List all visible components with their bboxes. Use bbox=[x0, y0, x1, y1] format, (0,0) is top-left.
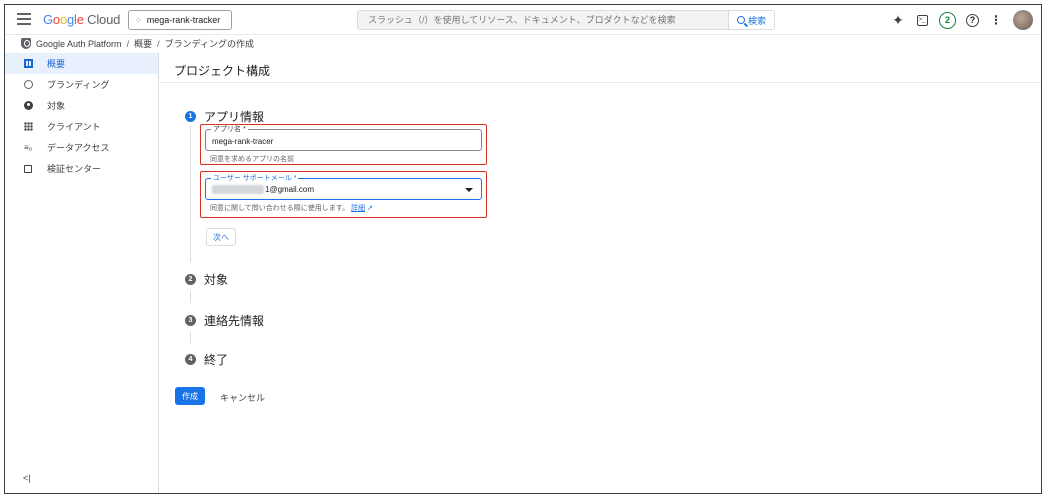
create-button[interactable]: 作成 bbox=[175, 387, 205, 405]
sidebar-item-clients[interactable]: クライアント bbox=[5, 116, 158, 137]
cloud-shell-button[interactable]: >_ bbox=[915, 13, 929, 27]
collapse-sidebar-icon[interactable]: <| bbox=[23, 473, 31, 483]
breadcrumb: Google Auth Platform / 概要 / ブランディングの作成 bbox=[5, 35, 1041, 52]
palette-icon bbox=[23, 80, 33, 90]
breadcrumb-item-current: ブランディングの作成 bbox=[164, 39, 254, 49]
top-bar: Google Cloud ⁘ mega-rank-tracker 検索 ✦ >_… bbox=[5, 5, 1041, 35]
more-options-icon[interactable]: ⋮ bbox=[989, 13, 1003, 27]
person-icon bbox=[23, 101, 33, 111]
breadcrumb-separator: / bbox=[126, 38, 130, 49]
step-connector bbox=[190, 332, 191, 344]
step-1-number: 1 bbox=[185, 111, 196, 122]
step-2-label[interactable]: 対象 bbox=[204, 271, 228, 288]
external-link-icon: ↗ bbox=[367, 205, 373, 212]
sidebar-item-branding[interactable]: ブランディング bbox=[5, 74, 158, 95]
step-4-number: 4 bbox=[185, 354, 196, 365]
app-name-value: mega-rank-tracer bbox=[212, 137, 274, 146]
step-2-number: 2 bbox=[185, 274, 196, 285]
step-1-label[interactable]: アプリ情報 bbox=[204, 108, 264, 125]
app-name-helper: 同意を求めるアプリの名前 bbox=[210, 156, 294, 163]
support-email-label: ユーザー サポートメール * bbox=[211, 174, 299, 183]
app-window: Google Cloud ⁘ mega-rank-tracker 検索 ✦ >_… bbox=[4, 4, 1042, 494]
terminal-icon: >_ bbox=[916, 14, 928, 26]
breadcrumb-item-overview[interactable]: 概要 bbox=[134, 37, 152, 50]
account-avatar[interactable] bbox=[1013, 10, 1033, 30]
google-cloud-logo[interactable]: Google Cloud bbox=[43, 12, 120, 27]
auth-platform-shield-icon bbox=[21, 38, 31, 49]
search-icon bbox=[736, 16, 745, 24]
app-name-field[interactable]: アプリ名 * mega-rank-tracer bbox=[205, 125, 482, 151]
step-4-label[interactable]: 終了 bbox=[204, 351, 228, 368]
support-email-helper: 同意に関して問い合わせる際に使用します。 詳細 ↗ bbox=[210, 205, 373, 212]
search-input[interactable] bbox=[358, 11, 728, 29]
data-access-icon: ≡ₒ bbox=[24, 143, 32, 152]
step-connector bbox=[190, 291, 191, 303]
search-bar: 検索 bbox=[357, 10, 775, 30]
app-name-label: アプリ名 * bbox=[211, 125, 248, 134]
project-picker-button[interactable]: ⁘ mega-rank-tracker bbox=[128, 10, 232, 30]
support-email-select[interactable]: ユーザー サポートメール * 1@gmail.com bbox=[205, 174, 482, 200]
step-3-label[interactable]: 連絡先情報 bbox=[204, 312, 264, 329]
main-content: プロジェクト構成 1 アプリ情報 アプリ名 * mega-rank-tracer… bbox=[160, 53, 1041, 493]
next-button[interactable]: 次へ bbox=[206, 228, 236, 246]
redacted-email bbox=[212, 185, 264, 195]
main-menu-icon[interactable] bbox=[17, 13, 31, 25]
verification-icon bbox=[23, 164, 33, 174]
sidebar: 概要 ブランディング 対象 クライアント ≡ₒ データアクセス 検証センター <… bbox=[5, 53, 159, 493]
divider bbox=[160, 82, 1041, 83]
grid-icon bbox=[23, 122, 33, 132]
notifications-badge[interactable]: 2 bbox=[939, 11, 956, 29]
step-connector bbox=[190, 126, 191, 262]
breadcrumb-root[interactable]: Google Auth Platform bbox=[36, 39, 122, 49]
sidebar-item-verification-center[interactable]: 検証センター bbox=[5, 158, 158, 179]
learn-more-link[interactable]: 詳細 bbox=[351, 205, 365, 212]
step-3-number: 3 bbox=[185, 315, 196, 326]
dropdown-arrow-icon bbox=[465, 188, 473, 192]
gemini-sparkle-icon[interactable]: ✦ bbox=[891, 12, 905, 28]
dashboard-icon bbox=[23, 59, 33, 69]
top-actions: ✦ >_ 2 ? ⋮ bbox=[891, 10, 1033, 30]
sidebar-item-audience[interactable]: 対象 bbox=[5, 95, 158, 116]
help-icon[interactable]: ? bbox=[966, 13, 979, 27]
page-title: プロジェクト構成 bbox=[174, 64, 271, 78]
cancel-button[interactable]: キャンセル bbox=[220, 391, 265, 404]
sidebar-item-data-access[interactable]: ≡ₒ データアクセス bbox=[5, 137, 158, 158]
search-button[interactable]: 検索 bbox=[728, 11, 774, 29]
sidebar-item-overview[interactable]: 概要 bbox=[5, 53, 158, 74]
project-icon: ⁘ bbox=[135, 15, 142, 25]
breadcrumb-separator: / bbox=[157, 38, 160, 49]
project-name: mega-rank-tracker bbox=[146, 15, 221, 25]
support-email-value: 1@gmail.com bbox=[212, 185, 314, 195]
